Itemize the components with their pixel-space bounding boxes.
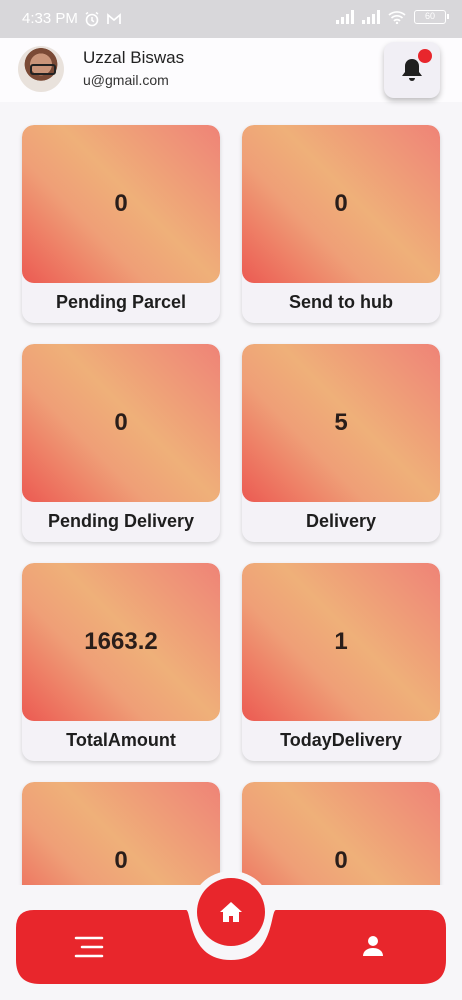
avatar[interactable] — [18, 46, 64, 92]
person-icon — [363, 936, 383, 956]
card-value: 0 — [114, 190, 128, 217]
battery-icon: 60 — [414, 10, 449, 24]
card-label: TodayDelivery — [280, 730, 402, 750]
card-send-to-hub[interactable]: 0 Send to hub — [242, 125, 440, 323]
wifi-icon — [388, 11, 406, 24]
card-label: TotalAmount — [66, 730, 176, 750]
home-icon — [220, 902, 242, 922]
card-label: Pending Parcel — [55, 292, 187, 312]
card-value: 0 — [334, 847, 348, 874]
menu-icon — [74, 936, 104, 958]
card-today-delivery[interactable]: 1 TodayDelivery — [242, 563, 440, 761]
notification-button[interactable] — [384, 42, 440, 98]
alarm-icon — [85, 11, 99, 26]
card-total-amount[interactable]: 1663.2 TotalAmount — [22, 563, 220, 761]
profile-button[interactable] — [362, 935, 388, 959]
notification-badge — [418, 49, 432, 63]
status-time: 4:33 PM — [22, 10, 78, 27]
card-value: 1 — [334, 628, 348, 655]
card-value: 0 — [334, 190, 348, 217]
user-email: u@gmail.com — [83, 72, 169, 88]
card-delivery[interactable]: 5 Delivery — [242, 344, 440, 542]
card-label: Pending Delivery — [47, 511, 195, 531]
card-label: Delivery — [305, 511, 377, 531]
signal-icon — [336, 10, 354, 24]
menu-button[interactable] — [74, 935, 104, 959]
user-name: Uzzal Biswas — [83, 48, 185, 67]
signal-icon-2 — [362, 10, 380, 24]
profile-header: Uzzal Biswas u@gmail.com — [0, 38, 462, 102]
bottom-navigation — [16, 878, 446, 984]
card-pending-delivery[interactable]: 0 Pending Delivery — [22, 344, 220, 542]
card-value: 0 — [114, 847, 128, 874]
status-bar: 4:33 PM 60 — [0, 0, 462, 38]
card-label: Send to hub — [289, 292, 393, 312]
home-button[interactable] — [197, 878, 265, 946]
card-value: 5 — [334, 409, 348, 436]
mail-icon — [107, 12, 121, 24]
card-value: 0 — [114, 409, 128, 436]
card-pending-parcel[interactable]: 0 Pending Parcel — [22, 125, 220, 323]
card-value: 1663.2 — [84, 628, 158, 655]
